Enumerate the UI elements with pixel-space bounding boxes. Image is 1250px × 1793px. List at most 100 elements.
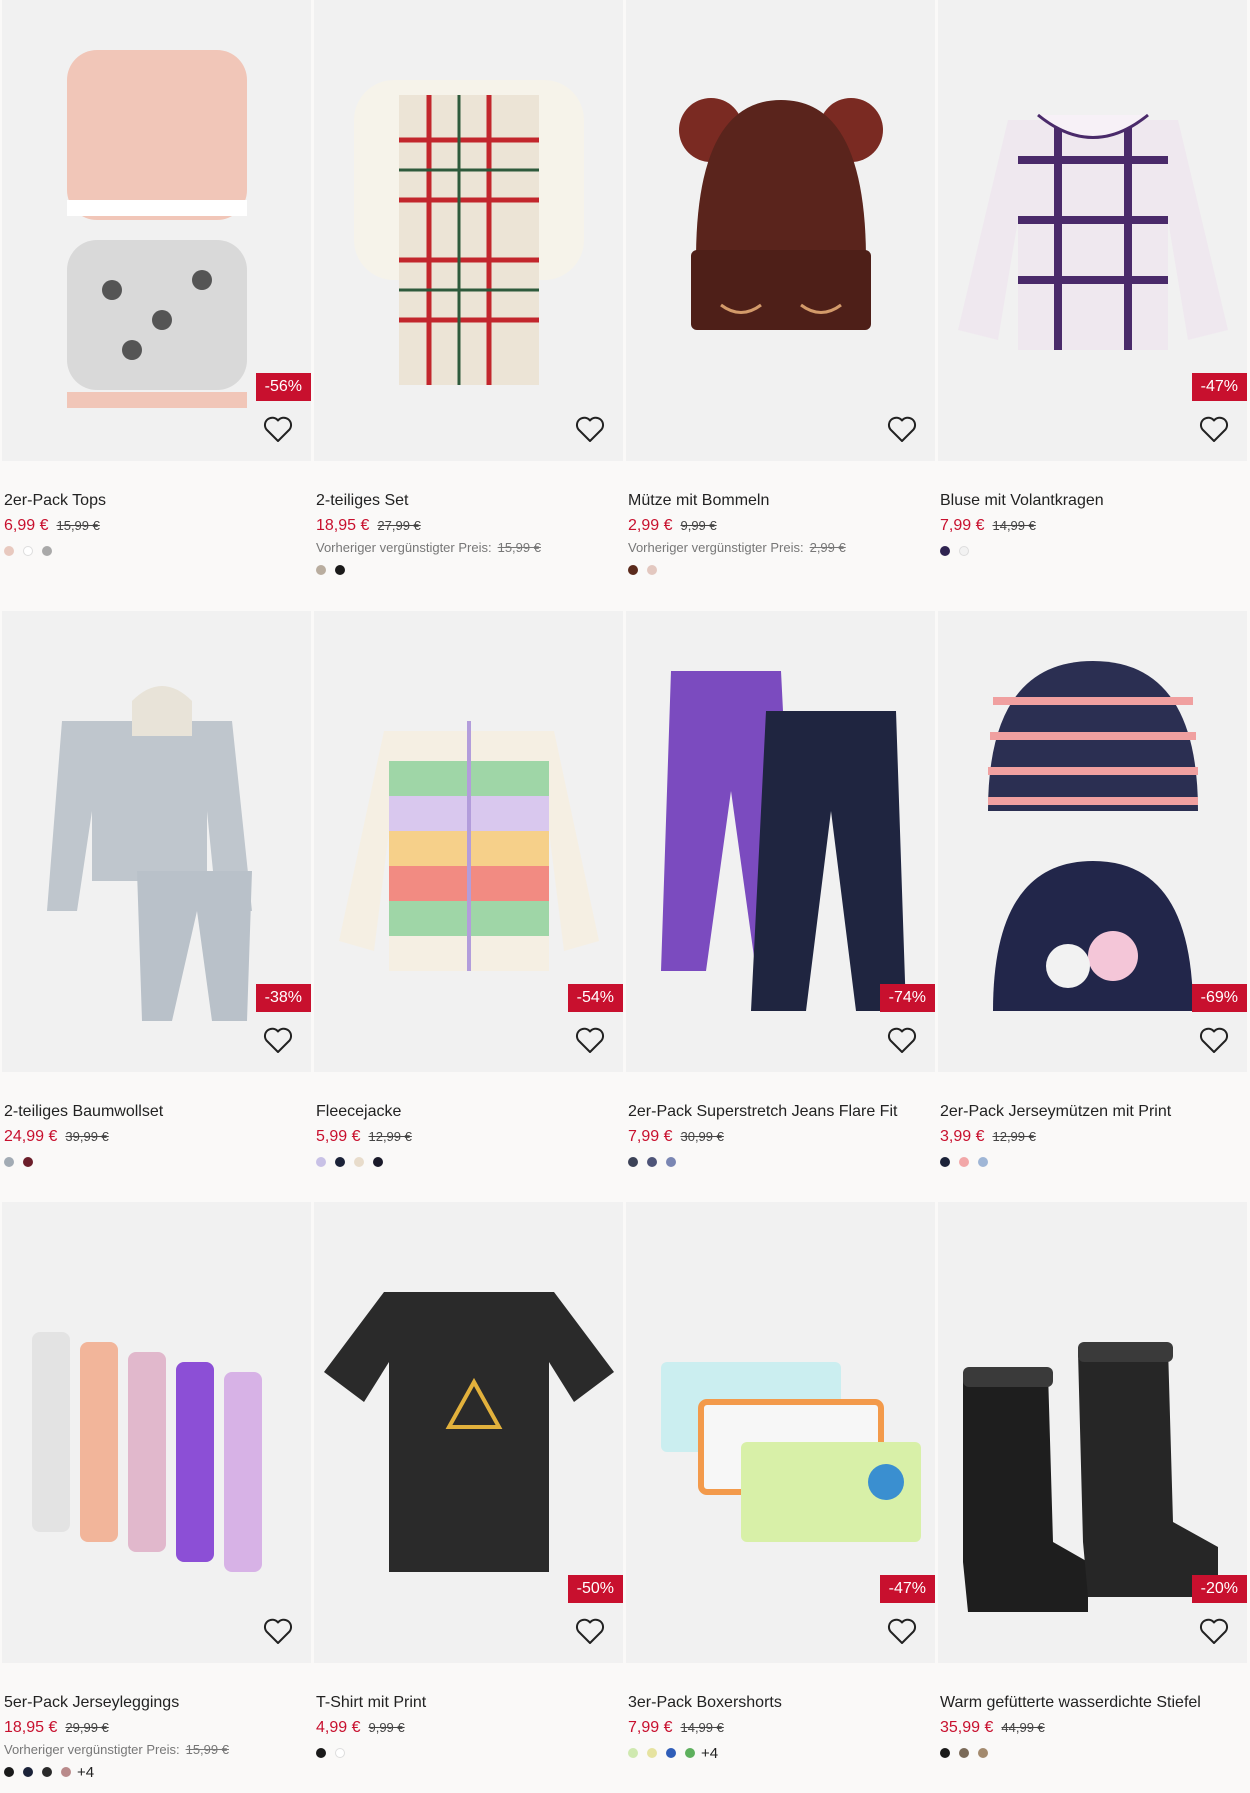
product-image[interactable] <box>626 0 935 461</box>
product-info: 2-teiliges Set 18,95 € 27,99 € Vorheriger… <box>314 491 623 576</box>
product-info: 3er-Pack Boxershorts 7,99 € 14,99 € +4 <box>626 1693 935 1762</box>
color-swatch[interactable] <box>316 1157 326 1167</box>
product-card[interactable]: 2-teiliges Set 18,95 € 27,99 € Vorheriger… <box>314 0 623 576</box>
product-title[interactable]: Bluse mit Volantkragen <box>940 491 1245 511</box>
color-swatch[interactable] <box>628 1748 638 1758</box>
product-card[interactable]: 5er-Pack Jerseyleggings 18,95 € 29,99 € V… <box>2 1202 311 1781</box>
heart-icon[interactable] <box>886 1616 918 1646</box>
color-swatch[interactable] <box>647 565 657 575</box>
color-swatch[interactable] <box>42 1767 52 1777</box>
product-image[interactable]: -50% <box>314 1202 623 1663</box>
color-swatch[interactable] <box>4 546 14 556</box>
heart-icon[interactable] <box>574 1025 606 1055</box>
product-title[interactable]: 3er-Pack Boxershorts <box>628 1693 933 1713</box>
product-card[interactable]: -20% Warm gefütterte wasserdichte Stiefe… <box>938 1202 1247 1759</box>
product-info: 2er-Pack Jerseymützen mit Print 3,99 € 12… <box>938 1102 1247 1168</box>
product-grid: -56% 2er-Pack Tops 6,99 € 15,99 € 2-teili… <box>0 0 1250 1793</box>
color-swatch[interactable] <box>666 1748 676 1758</box>
product-card[interactable]: -47% 3er-Pack Boxershorts 7,99 € 14,99 € … <box>626 1202 935 1762</box>
color-swatch[interactable] <box>628 1157 638 1167</box>
color-swatches <box>316 564 621 576</box>
product-title[interactable]: 5er-Pack Jerseyleggings <box>4 1693 309 1713</box>
color-swatch[interactable] <box>335 1157 345 1167</box>
product-title[interactable]: 2-teiliges Baumwollset <box>4 1102 309 1122</box>
color-swatch[interactable] <box>647 1157 657 1167</box>
color-swatch[interactable] <box>959 1748 969 1758</box>
heart-icon[interactable] <box>574 1616 606 1646</box>
heart-icon[interactable] <box>1198 1616 1230 1646</box>
color-swatch[interactable] <box>666 1157 676 1167</box>
product-card[interactable]: -69% 2er-Pack Jerseymützen mit Print 3,9… <box>938 611 1247 1168</box>
product-info: Bluse mit Volantkragen 7,99 € 14,99 € <box>938 491 1247 557</box>
color-swatch[interactable] <box>628 565 638 575</box>
product-card[interactable]: -54% Fleecejacke 5,99 € 12,99 € <box>314 611 623 1168</box>
product-info: 5er-Pack Jerseyleggings 18,95 € 29,99 € V… <box>2 1693 311 1781</box>
product-title[interactable]: 2er-Pack Jerseymützen mit Print <box>940 1102 1245 1122</box>
color-swatch[interactable] <box>335 565 345 575</box>
color-swatch[interactable] <box>940 546 950 556</box>
color-swatch[interactable] <box>354 1157 364 1167</box>
heart-icon[interactable] <box>262 1616 294 1646</box>
color-swatch[interactable] <box>61 1767 71 1777</box>
original-price: 30,99 € <box>680 1129 724 1144</box>
product-title[interactable]: Mütze mit Bommeln <box>628 491 933 511</box>
heart-icon[interactable] <box>574 414 606 444</box>
product-image[interactable]: -74% <box>626 611 935 1072</box>
color-swatch[interactable] <box>4 1157 14 1167</box>
discount-badge: -56% <box>255 373 311 401</box>
sale-price: 7,99 € <box>940 517 985 534</box>
color-swatch[interactable] <box>959 1157 969 1167</box>
product-title[interactable]: Warm gefütterte wasserdichte Stiefel <box>940 1693 1245 1713</box>
heart-icon[interactable] <box>262 1025 294 1055</box>
product-title[interactable]: 2er-Pack Superstretch Jeans Flare Fit <box>628 1102 933 1122</box>
color-swatch[interactable] <box>4 1767 14 1777</box>
product-card[interactable]: -56% 2er-Pack Tops 6,99 € 15,99 € <box>2 0 311 557</box>
color-swatch[interactable] <box>647 1748 657 1758</box>
color-swatch[interactable] <box>42 546 52 556</box>
color-swatch[interactable] <box>23 1767 33 1777</box>
color-swatch[interactable] <box>959 546 969 556</box>
color-swatch[interactable] <box>23 1157 33 1167</box>
color-swatch[interactable] <box>373 1157 383 1167</box>
sale-price: 4,99 € <box>316 1719 361 1736</box>
product-image[interactable]: -47% <box>626 1202 935 1663</box>
heart-icon[interactable] <box>886 414 918 444</box>
product-image[interactable]: -69% <box>938 611 1247 1072</box>
color-swatch[interactable] <box>940 1748 950 1758</box>
color-swatches <box>628 1156 933 1168</box>
color-swatch[interactable] <box>978 1748 988 1758</box>
product-card[interactable]: Mütze mit Bommeln 2,99 € 9,99 € Vorherige… <box>626 0 935 576</box>
color-swatch[interactable] <box>685 1748 695 1758</box>
product-title[interactable]: 2-teiliges Set <box>316 491 621 511</box>
color-swatch[interactable] <box>316 1748 326 1758</box>
heart-icon[interactable] <box>1198 414 1230 444</box>
more-colors-count[interactable]: +4 <box>701 1745 718 1762</box>
product-title[interactable]: Fleecejacke <box>316 1102 621 1122</box>
original-price: 39,99 € <box>65 1129 109 1144</box>
heart-icon[interactable] <box>262 414 294 444</box>
product-image[interactable]: -56% <box>2 0 311 461</box>
product-card[interactable]: -47% Bluse mit Volantkragen 7,99 € 14,99 … <box>938 0 1247 557</box>
product-card[interactable]: -74% 2er-Pack Superstretch Jeans Flare F… <box>626 611 935 1168</box>
product-image[interactable] <box>2 1202 311 1663</box>
more-colors-count[interactable]: +4 <box>77 1764 94 1781</box>
color-swatch[interactable] <box>978 1157 988 1167</box>
discount-badge: -50% <box>567 1575 623 1603</box>
product-card[interactable]: -38% 2-teiliges Baumwollset 24,99 € 39,99… <box>2 611 311 1168</box>
previous-price-row: Vorheriger vergünstigter Preis: 15,99 € <box>4 1742 309 1757</box>
product-image[interactable]: -20% <box>938 1202 1247 1663</box>
product-title[interactable]: 2er-Pack Tops <box>4 491 309 511</box>
color-swatch[interactable] <box>940 1157 950 1167</box>
product-image[interactable]: -38% <box>2 611 311 1072</box>
color-swatch[interactable] <box>23 546 33 556</box>
product-image[interactable] <box>314 0 623 461</box>
product-title[interactable]: T-Shirt mit Print <box>316 1693 621 1713</box>
product-image[interactable]: -47% <box>938 0 1247 461</box>
product-image[interactable]: -54% <box>314 611 623 1072</box>
color-swatch[interactable] <box>335 1748 345 1758</box>
product-card[interactable]: -50% T-Shirt mit Print 4,99 € 9,99 € <box>314 1202 623 1759</box>
discount-badge: -20% <box>1191 1575 1247 1603</box>
heart-icon[interactable] <box>886 1025 918 1055</box>
color-swatch[interactable] <box>316 565 326 575</box>
heart-icon[interactable] <box>1198 1025 1230 1055</box>
